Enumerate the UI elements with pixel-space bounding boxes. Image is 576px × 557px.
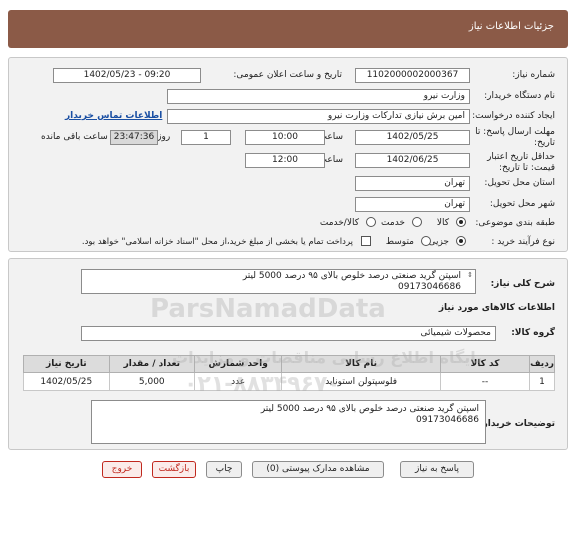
summary-line-2: 09173046686 (398, 282, 461, 292)
goods-table-header: ردیف کد کالا نام کالا واحد شمارش تعداد /… (23, 355, 555, 373)
category-both-radio[interactable] (366, 217, 376, 227)
resize-handle-icon: ⇕ (467, 271, 473, 279)
col-unit: واحد شمارش (193, 355, 283, 373)
cell-name: فلوسپتولن استونايد (281, 372, 441, 391)
purchase-medium-radio[interactable] (421, 236, 431, 246)
city-label: شهر محل تحویل: (489, 199, 555, 209)
validity-time-field: 12:00 (245, 153, 325, 168)
need-info-panel: شماره نیاز: 1102000002000367 تاریخ و ساع… (8, 57, 568, 252)
col-row: ردیف (529, 355, 555, 373)
remaining-days-field: 1 (181, 130, 231, 145)
buyer-contact-link[interactable]: اطلاعات تماس خریدار (65, 111, 162, 121)
category-both-label: کالا/خدمت (319, 218, 359, 228)
purchase-minor-label: جزیی (428, 237, 449, 247)
deadline-label: مهلت ارسال پاسخ: تا تاریخ: (475, 127, 555, 148)
exit-button[interactable]: خروج (102, 461, 142, 478)
buyer-org-label: نام دستگاه خریدار: (484, 91, 555, 101)
remaining-time-field: 23:47:36 (110, 130, 158, 145)
goods-section-title: اطلاعات کالاهای مورد نیاز (438, 303, 555, 313)
purchase-medium-label: متوسط (385, 237, 414, 247)
purchase-type-label: نوع فرآیند خرید : (491, 237, 555, 247)
validity-date-field: 1402/06/25 (355, 153, 470, 168)
province-label: استان محل تحویل: (484, 178, 555, 188)
goods-table: ردیف کد کالا نام کالا واحد شمارش تعداد /… (23, 355, 555, 391)
table-row: 1 -- فلوسپتولن استونايد عدد 5,000 1402/0… (23, 372, 555, 391)
col-name: نام کالا (281, 355, 441, 373)
goods-group-label: گروه کالا: (511, 328, 555, 338)
treasury-payment-note: پرداخت تمام یا بخشی از مبلغ خرید،از محل … (81, 237, 353, 247)
treasury-payment-checkbox[interactable] (361, 236, 371, 246)
page-title: جزئیات اطلاعات نیاز (468, 21, 554, 32)
creator-label: ایجاد کننده درخواست: (472, 111, 555, 121)
need-number-field: 1102000002000367 (355, 68, 470, 83)
attachments-button[interactable]: مشاهده مدارک پیوستی (0) (252, 461, 384, 478)
goods-table-wrap: ردیف کد کالا نام کالا واحد شمارش تعداد /… (23, 355, 555, 391)
category-goods-label: کالا (436, 218, 449, 228)
category-label: طبقه بندی موضوعی: (475, 218, 555, 228)
city-field: تهران (355, 197, 470, 212)
buyer-notes-label: توضیحات خریدار: (479, 419, 555, 429)
back-button[interactable]: بازگشت (152, 461, 196, 478)
buyer-notes-box: اسپتن گرید صنعتی درصد خلوص بالای ۹۵ درصد… (91, 400, 486, 444)
cell-code: -- (439, 372, 531, 391)
announce-date-label: تاریخ و ساعت اعلان عمومی: (233, 70, 342, 80)
category-service-label: خدمت (381, 218, 405, 228)
col-qty: تعداد / مقدار (108, 355, 195, 373)
print-button[interactable]: چاپ (206, 461, 242, 478)
category-service-radio[interactable] (412, 217, 422, 227)
need-number-label: شماره نیاز: (512, 70, 555, 80)
cell-date: 1402/05/25 (23, 372, 110, 391)
summary-box: اسپتن گرید صنعتی درصد خلوص بالای ۹۵ درصد… (81, 269, 476, 294)
buyer-notes-line-2: 09173046686 (416, 415, 479, 425)
col-code: کد کالا (439, 355, 531, 373)
summary-label: شرح کلی نیاز: (490, 279, 555, 289)
purchase-minor-radio[interactable] (456, 236, 466, 246)
cell-qty: 5,000 (108, 372, 195, 391)
cell-unit: عدد (193, 372, 283, 391)
category-goods-radio[interactable] (456, 217, 466, 227)
reply-button[interactable]: پاسخ به نیاز (400, 461, 474, 478)
summary-line-1: اسپتن گرید صنعتی درصد خلوص بالای ۹۵ درصد… (242, 271, 461, 281)
goods-panel: شرح کلی نیاز: اسپتن گرید صنعتی درصد خلوص… (8, 258, 568, 450)
remaining-time-label: ساعت باقی مانده (41, 132, 108, 142)
cell-row: 1 (529, 372, 555, 391)
deadline-time-field: 10:00 (245, 130, 325, 145)
buyer-org-field: وزارت نیرو (167, 89, 470, 104)
deadline-date-field: 1402/05/25 (355, 130, 470, 145)
creator-field: امین برش نیازی تدارکات وزارت نیرو (167, 109, 470, 124)
page-header: جزئیات اطلاعات نیاز (8, 10, 568, 48)
col-date: تاریخ نیاز (23, 355, 110, 373)
price-validity-label: حداقل تاریخ اعتبار قیمت: تا تاریخ: (487, 152, 555, 173)
announce-date-field: 1402/05/23 - 09:20 (53, 68, 201, 83)
goods-group-field: محصولات شیمیائی (81, 326, 496, 341)
buyer-notes-line-1: اسپتن گرید صنعتی درصد خلوص بالای ۹۵ درصد… (260, 404, 479, 414)
province-field: تهران (355, 176, 470, 191)
